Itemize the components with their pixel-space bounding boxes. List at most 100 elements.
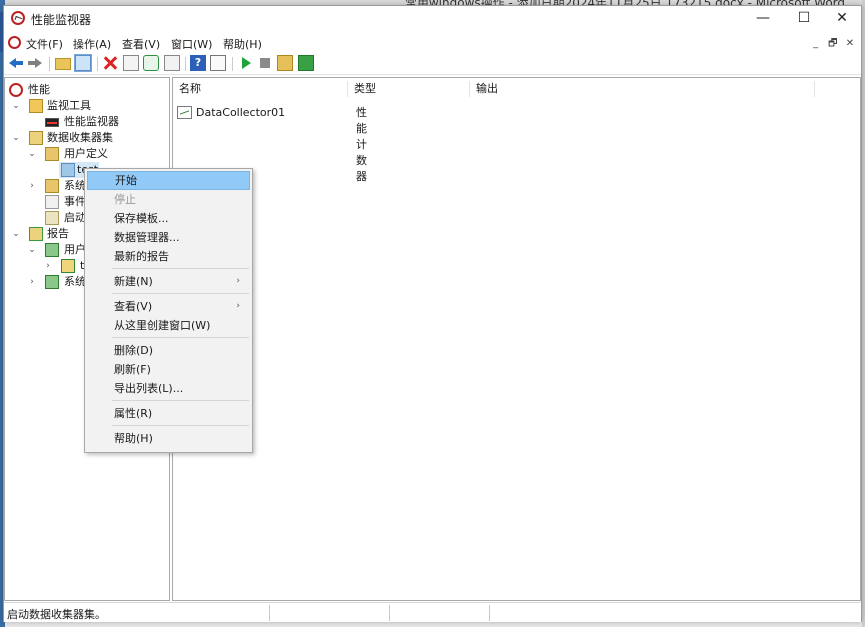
latest-report-icon[interactable]	[298, 55, 314, 71]
start-play-icon[interactable]	[238, 55, 254, 71]
menu-separator	[112, 425, 249, 426]
list-item-type: 性能计数器	[356, 106, 367, 183]
data-collector-set-icon	[61, 163, 75, 177]
system-icon	[45, 179, 59, 193]
export-list-icon[interactable]	[164, 55, 180, 71]
mdi-restore-button[interactable]: 🗗	[826, 36, 840, 53]
status-divider	[389, 605, 390, 621]
status-bar: 启动数据收集器集。	[4, 602, 861, 622]
menu-separator	[112, 293, 249, 294]
performance-monitor-icon	[45, 118, 59, 127]
column-name[interactable]: 名称	[173, 81, 348, 97]
menu-bar: 文件(F) 操作(A) 查看(V) 窗口(W) 帮助(H) _ 🗗 ✕	[4, 33, 861, 53]
menu-separator	[112, 400, 249, 401]
toolbar-separator	[49, 57, 50, 71]
menu-item-help[interactable]: 帮助(H)	[87, 429, 250, 448]
menu-item-delete[interactable]: 删除(D)	[87, 341, 250, 360]
toolbar-separator	[232, 57, 233, 71]
up-folder-icon[interactable]	[55, 58, 71, 70]
mdi-close-button[interactable]: ✕	[843, 38, 857, 49]
toolbar-separator	[97, 57, 98, 71]
chevron-right-icon[interactable]: ›	[27, 178, 37, 194]
close-button[interactable]: ✕	[821, 6, 863, 32]
monitoring-tools-icon	[29, 99, 43, 113]
tree-label: 系统	[64, 275, 86, 288]
forward-arrow-icon[interactable]	[27, 55, 43, 71]
column-output[interactable]: 输出	[470, 81, 815, 97]
minimize-button[interactable]: —	[742, 6, 784, 32]
new-data-collector-set-icon[interactable]	[277, 55, 293, 71]
status-text: 启动数据收集器集。	[7, 608, 106, 621]
mdi-minimize-button[interactable]: _	[809, 38, 823, 49]
menu-item-save-template[interactable]: 保存模板...	[87, 209, 250, 228]
toolbar: ?	[4, 53, 861, 75]
menu-item-new[interactable]: 新建(N) ›	[87, 272, 250, 291]
menu-window[interactable]: 窗口(W)	[171, 36, 212, 52]
tree-label: 用户定义	[64, 147, 108, 160]
menu-item-properties[interactable]: 属性(R)	[87, 404, 250, 423]
performance-icon	[9, 83, 23, 97]
menu-item-label: 查看(V)	[114, 300, 153, 313]
mdi-controls: _ 🗗 ✕	[809, 36, 857, 53]
column-header: ˄ 名称 类型 输出	[173, 78, 860, 100]
menu-separator	[112, 268, 249, 269]
submenu-arrow-icon: ›	[236, 276, 240, 286]
menu-item-start[interactable]: 开始	[87, 171, 250, 190]
menu-item-label: 新建(N)	[114, 275, 153, 288]
list-item-name: DataCollector01	[196, 106, 286, 119]
data-collector-sets-icon	[29, 131, 43, 145]
chevron-down-icon[interactable]: ⌄	[27, 146, 37, 162]
tree-label: 系统	[64, 179, 86, 192]
menu-view[interactable]: 查看(V)	[122, 36, 160, 52]
column-type[interactable]: 类型	[348, 81, 470, 97]
menu-item-latest-report[interactable]: 最新的报告	[87, 247, 250, 266]
menu-item-export-list[interactable]: 导出列表(L)...	[87, 379, 250, 398]
chevron-down-icon[interactable]: ⌄	[11, 130, 21, 146]
menu-file[interactable]: 文件(F)	[26, 36, 63, 52]
menu-item-stop: 停止	[114, 193, 136, 206]
performance-counter-icon	[177, 106, 192, 119]
chevron-right-icon[interactable]: ›	[43, 258, 53, 274]
menu-separator	[112, 337, 249, 338]
tree-label: 性能	[28, 83, 50, 96]
performance-app-icon	[11, 11, 25, 25]
chevron-down-icon[interactable]: ⌄	[27, 242, 37, 258]
show-hide-console-tree-icon[interactable]	[74, 54, 92, 72]
stop-icon[interactable]	[257, 55, 273, 71]
startup-event-icon	[45, 211, 59, 225]
menu-help[interactable]: 帮助(H)	[223, 36, 262, 52]
submenu-arrow-icon: ›	[236, 301, 240, 311]
result-list: ˄ 名称 类型 输出 DataCollector01 性能计数器	[172, 77, 861, 601]
tree-label: 报告	[47, 227, 69, 240]
properties-icon[interactable]	[123, 55, 139, 71]
tree-label: 性能监视器	[64, 115, 119, 128]
refresh-icon[interactable]	[143, 55, 159, 71]
mdi-system-menu-icon[interactable]	[8, 36, 21, 49]
menu-item-refresh[interactable]: 刷新(F)	[87, 360, 250, 379]
menu-action[interactable]: 操作(A)	[73, 36, 111, 52]
status-divider	[269, 605, 270, 621]
chevron-down-icon[interactable]: ⌄	[11, 98, 21, 114]
tree-label: 数据收集器集	[47, 131, 113, 144]
report-system-icon	[45, 275, 59, 289]
chevron-right-icon[interactable]: ›	[27, 274, 37, 290]
title-bar[interactable]: 性能监视器 — ☐ ✕	[4, 6, 861, 32]
event-trace-icon	[45, 195, 59, 209]
maximize-button[interactable]: ☐	[783, 6, 825, 32]
context-menu: 开始 停止 保存模板... 数据管理器... 最新的报告 新建(N) › 查看(…	[84, 168, 253, 453]
window-title: 性能监视器	[31, 13, 92, 27]
menu-item-new-window[interactable]: 从这里创建窗口(W)	[87, 316, 250, 335]
show-hide-action-pane-icon[interactable]	[210, 55, 226, 71]
menu-item-data-manager[interactable]: 数据管理器...	[87, 228, 250, 247]
chevron-down-icon[interactable]: ⌄	[11, 226, 21, 242]
user-defined-icon	[45, 147, 59, 161]
help-icon[interactable]: ?	[190, 55, 206, 71]
reports-icon	[29, 227, 43, 241]
status-divider	[489, 605, 490, 621]
report-user-defined-icon	[45, 243, 59, 257]
menu-item-view[interactable]: 查看(V) ›	[87, 297, 250, 316]
report-test-icon	[61, 259, 75, 273]
tree-label: 监视工具	[47, 99, 91, 112]
back-arrow-icon[interactable]	[8, 55, 24, 71]
delete-icon[interactable]	[102, 55, 118, 71]
